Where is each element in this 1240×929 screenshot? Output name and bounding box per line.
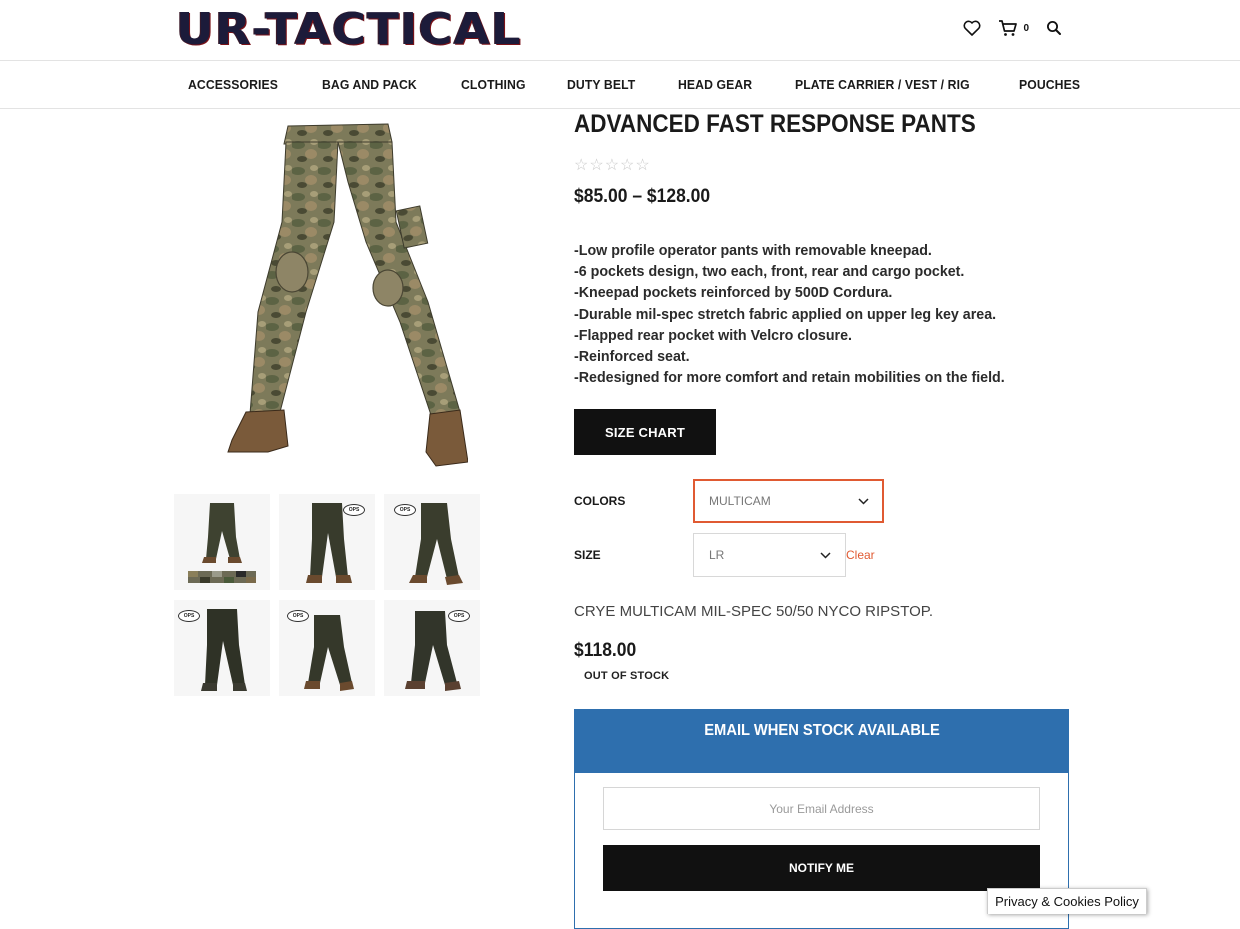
nav-item-head-gear[interactable]: HEAD GEAR	[678, 77, 752, 92]
search-icon[interactable]	[1043, 17, 1065, 39]
product-main-image[interactable]	[174, 112, 482, 472]
colors-select[interactable]: MULTICAM	[693, 479, 884, 523]
email-field[interactable]	[603, 787, 1040, 830]
description-line: -Reinforced seat.	[574, 348, 690, 366]
nav-item-pouches[interactable]: POUCHES	[1019, 77, 1080, 92]
nav-item-clothing[interactable]: CLOTHING	[461, 77, 526, 92]
thumbnail[interactable]: OPS	[384, 600, 480, 696]
price-range: $85.00 – $128.00	[574, 186, 711, 207]
description-line: -Low profile operator pants with removab…	[574, 242, 932, 259]
size-select-value: LR	[709, 548, 725, 562]
cookie-policy-tab[interactable]: Privacy & Cookies Policy	[987, 888, 1147, 914]
notify-me-button[interactable]: NOTIFY ME	[603, 845, 1040, 891]
variation-price: $118.00	[574, 640, 637, 661]
main-nav: ACCESSORIES BAG AND PACK CLOTHING DUTY B…	[0, 61, 1240, 109]
product-description: -Low profile operator pants with removab…	[574, 240, 1027, 388]
clear-variations-link[interactable]: Clear	[846, 548, 875, 562]
nav-item-accessories[interactable]: ACCESSORIES	[188, 77, 278, 92]
ops-brand-icon: OPS	[448, 610, 470, 622]
site-header: UR-TACTICAL 0	[0, 0, 1240, 61]
description-line: -Kneepad pockets reinforced by 500D Cord…	[574, 284, 893, 302]
site-logo[interactable]: UR-TACTICAL	[176, 4, 522, 55]
description-line: -Redesigned for more comfort and retain …	[574, 369, 1005, 387]
variation-description: CRYE MULTICAM MIL-SPEC 50/50 NYCO RIPSTO…	[574, 603, 933, 620]
thumbnail[interactable]: OPS	[384, 494, 480, 590]
chevron-down-icon	[820, 548, 831, 562]
nav-item-duty-belt[interactable]: DUTY BELT	[567, 77, 635, 92]
thumbnail-gallery: OPS OPS OPS OPS OPS	[174, 494, 484, 696]
nav-item-plate-carrier[interactable]: PLATE CARRIER / VEST / RIG	[795, 77, 970, 92]
nav-item-bag-and-pack[interactable]: BAG AND PACK	[322, 77, 417, 92]
chevron-down-icon	[858, 494, 869, 508]
size-label: SIZE	[574, 548, 601, 562]
colors-select-value: MULTICAM	[709, 494, 771, 508]
size-select[interactable]: LR	[693, 533, 846, 577]
product-title: ADVANCED FAST RESPONSE PANTS	[574, 110, 976, 138]
ops-brand-icon: OPS	[343, 504, 365, 516]
colors-label: COLORS	[574, 494, 626, 508]
notify-heading-text: EMAIL WHEN STOCK AVAILABLE	[703, 722, 940, 739]
description-line: -Flapped rear pocket with Velcro closure…	[574, 326, 852, 344]
rating-stars: ☆☆☆☆☆	[574, 157, 651, 174]
thumbnail[interactable]: OPS	[279, 494, 375, 590]
notify-heading: EMAIL WHEN STOCK AVAILABLE	[575, 710, 1068, 773]
ops-brand-icon: OPS	[394, 504, 416, 516]
heart-icon[interactable]	[961, 17, 983, 39]
stock-status: OUT OF STOCK	[584, 670, 670, 682]
description-line: -Durable mil-spec stretch fabric applied…	[574, 305, 997, 323]
thumbnail[interactable]	[174, 494, 270, 590]
thumbnail[interactable]: OPS	[279, 600, 375, 696]
size-chart-button[interactable]: SIZE CHART	[574, 409, 716, 455]
ops-brand-icon: OPS	[287, 610, 309, 622]
thumbnail[interactable]: OPS	[174, 600, 270, 696]
cart-count: 0	[1023, 22, 1029, 34]
cart-button[interactable]: 0	[997, 17, 1029, 39]
description-line: -6 pockets design, two each, front, rear…	[574, 263, 965, 281]
header-icons: 0	[961, 17, 1065, 39]
cart-icon	[997, 17, 1019, 39]
ops-brand-icon: OPS	[178, 610, 200, 622]
